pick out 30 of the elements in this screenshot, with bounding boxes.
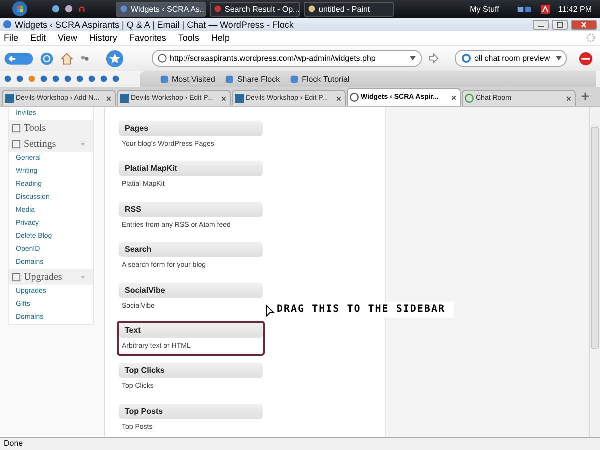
menu-item[interactable]: History [89, 33, 118, 43]
bookmark-link[interactable]: Share Flock [225, 74, 280, 84]
clock: 11:42 PM [558, 4, 592, 14]
toolbar-label[interactable]: My Stuff [470, 4, 500, 14]
widget-header[interactable]: Pages [119, 121, 263, 136]
menu-item[interactable]: Edit [30, 33, 46, 43]
status-text: Done [4, 439, 24, 448]
bookmark-link[interactable]: Flock Tutorial [290, 74, 350, 84]
taskbar-button[interactable]: Widgets ‹ SCRA As... [116, 2, 206, 16]
menu-item[interactable]: Favorites [129, 33, 166, 43]
taskbar-button[interactable]: untitled - Paint [304, 2, 394, 16]
search-field[interactable]: ɔll chat room preview [455, 50, 567, 67]
sidebar-section[interactable]: Tools [9, 120, 93, 136]
widget-header[interactable]: Search [119, 242, 263, 258]
widget-header[interactable]: Text [119, 322, 263, 338]
menu-item[interactable]: Help [211, 33, 230, 43]
widget-header[interactable]: Top Posts [119, 404, 263, 419]
widget-header[interactable]: Top Clicks [119, 363, 263, 378]
widget-header[interactable]: SocialVibe [119, 282, 263, 298]
window-title: Widgets ‹ SCRA Aspirants | Q & A | Email | Chat — WordPress - Flock [15, 20, 294, 30]
widget-header[interactable]: Platial MapKit [119, 161, 263, 176]
taskbar-button[interactable]: Search Result - Op... [210, 2, 300, 16]
widget-header[interactable]: RSS [119, 202, 263, 217]
menu-item[interactable]: View [58, 33, 78, 43]
sidebar-section[interactable]: Upgrades [9, 269, 93, 285]
bookmark-link[interactable]: Most Visited [160, 74, 216, 84]
sidebar-section[interactable]: Settings [9, 136, 93, 152]
menu-item[interactable]: Tools [178, 33, 200, 43]
address-bar[interactable]: http://scraaspirants.wordpress.com/wp-admin/widgets.php [152, 50, 422, 67]
menu-item[interactable]: File [4, 33, 19, 43]
